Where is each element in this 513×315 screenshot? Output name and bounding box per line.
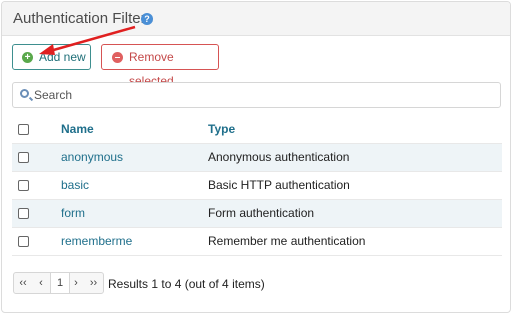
row-checkbox[interactable] <box>18 208 29 219</box>
remove-selected-button[interactable]: – Remove selected <box>101 44 219 88</box>
filter-type: Basic HTTP authentication <box>208 178 350 192</box>
column-header-name[interactable]: Name <box>61 116 94 143</box>
column-header-type[interactable]: Type <box>208 116 235 143</box>
search-box[interactable] <box>12 82 501 108</box>
row-checkbox[interactable] <box>18 236 29 247</box>
prev-page-button[interactable]: ‹ <box>32 273 50 293</box>
page-title: Authentication Filters <box>13 10 154 27</box>
add-new-label: Add new <box>39 50 86 64</box>
table-row: rememberme Remember me authentication <box>12 228 502 256</box>
current-page-button[interactable]: 1 <box>50 273 70 293</box>
filter-name-link[interactable]: rememberme <box>61 228 132 255</box>
last-page-button[interactable]: ›› <box>84 273 103 293</box>
minus-circle-icon: – <box>112 52 123 63</box>
filter-type: Form authentication <box>208 206 315 220</box>
row-checkbox[interactable] <box>18 180 29 191</box>
first-page-button[interactable]: ‹‹ <box>14 273 32 293</box>
table-row: form Form authentication <box>12 200 502 228</box>
plus-circle-icon: + <box>22 52 33 63</box>
filter-name-link[interactable]: basic <box>61 172 89 199</box>
filter-type: Remember me authentication <box>208 234 366 248</box>
table-row: basic Basic HTTP authentication <box>12 172 502 200</box>
select-all-checkbox[interactable] <box>18 124 29 135</box>
panel-header: Authentication Filters ? <box>2 2 510 36</box>
table-row: anonymous Anonymous authentication <box>12 144 502 172</box>
search-input[interactable] <box>34 83 494 107</box>
next-page-button[interactable]: › <box>68 273 84 293</box>
search-icon <box>20 89 29 98</box>
table-header: Name Type <box>12 116 502 144</box>
filter-type: Anonymous authentication <box>208 150 350 164</box>
add-new-button[interactable]: + Add new <box>12 44 91 70</box>
filter-name-link[interactable]: anonymous <box>61 144 123 171</box>
pagination: ‹‹ ‹ 1 › ›› <box>13 272 104 294</box>
filter-name-link[interactable]: form <box>61 200 85 227</box>
help-icon[interactable]: ? <box>141 13 153 25</box>
row-checkbox[interactable] <box>18 152 29 163</box>
results-summary: Results 1 to 4 (out of 4 items) <box>108 277 265 291</box>
